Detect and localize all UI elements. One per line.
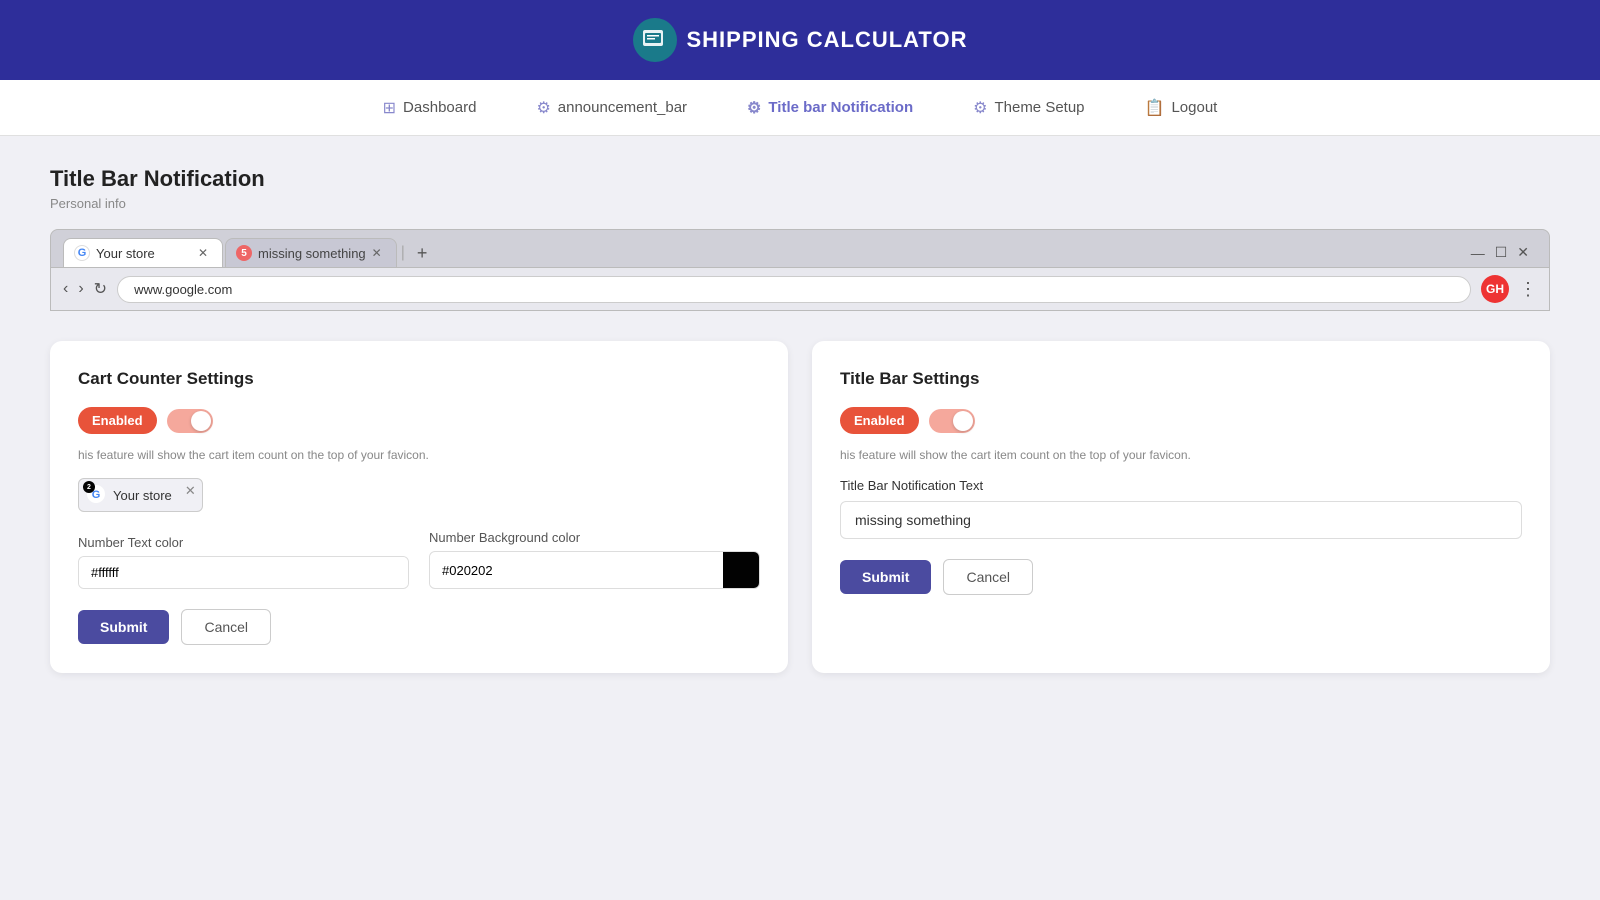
nav-label-logout: Logout (1171, 99, 1217, 116)
browser-tab-2[interactable]: 5 missing something ✕ (225, 238, 397, 267)
tab1-favicon: G (74, 245, 90, 261)
browser-tab1-label: Your store (96, 246, 155, 261)
logo-icon (633, 18, 677, 62)
cart-preview-box: G 2 Your store ✕ (78, 478, 203, 512)
cart-counter-toggle[interactable] (167, 409, 213, 433)
cart-counter-btn-row: Submit Cancel (78, 609, 760, 645)
title-bar-desc: his feature will show the cart item coun… (840, 448, 1522, 462)
nav-item-dashboard[interactable]: ⊞ Dashboard (383, 98, 477, 118)
cart-preview-tab-label: Your store (113, 488, 172, 503)
number-bg-color-group: Number Background color (429, 530, 760, 589)
nav-label-announcement-bar: announcement_bar (558, 99, 687, 116)
nav-item-announcement-bar[interactable]: ⚙ announcement_bar (536, 98, 687, 118)
color-fields-row: Number Text color Number Background colo… (78, 530, 760, 589)
browser-mockup: G Your store ✕ 5 missing something ✕ | +… (50, 229, 1550, 311)
page-subtitle: Personal info (50, 196, 1550, 211)
title-bar-toggle-row: Enabled (840, 407, 1522, 434)
cart-favicon-wrapper: G 2 (87, 485, 107, 505)
reload-button[interactable]: ↻ (94, 279, 107, 299)
browser-user-avatar[interactable]: GH (1481, 275, 1509, 303)
minimize-icon[interactable]: — (1471, 245, 1485, 261)
title-bar-panel: Title Bar Settings Enabled his feature w… (812, 341, 1550, 673)
page-title: Title Bar Notification (50, 166, 1550, 192)
logo-text: Shipping Calculator (687, 27, 968, 53)
cart-badge-number: 2 (83, 481, 95, 493)
theme-setup-icon: ⚙ (973, 98, 987, 118)
notif-text-label: Title Bar Notification Text (840, 478, 1522, 493)
title-bar-notification-icon: ⚙ (747, 98, 761, 118)
address-input[interactable] (117, 276, 1471, 303)
cart-counter-toggle-row: Enabled (78, 407, 760, 434)
number-bg-color-label: Number Background color (429, 530, 760, 545)
nav-item-title-bar-notification[interactable]: ⚙ Title bar Notification (747, 98, 913, 118)
number-text-color-input[interactable] (79, 557, 408, 588)
title-bar-submit-button[interactable]: Submit (840, 560, 931, 594)
browser-tab2-label: missing something (258, 246, 366, 261)
title-bar-panel-title: Title Bar Settings (840, 369, 1522, 389)
bg-color-swatch[interactable] (723, 552, 759, 588)
nav-label-theme-setup: Theme Setup (994, 99, 1084, 116)
title-bar-toggle-label: Enabled (840, 407, 919, 434)
number-text-color-label: Number Text color (78, 535, 409, 550)
tab-separator: | (401, 244, 405, 262)
notif-text-input[interactable] (840, 501, 1522, 539)
nav-label-dashboard: Dashboard (403, 99, 476, 116)
tab2-favicon: 5 (236, 245, 252, 261)
title-bar-cancel-button[interactable]: Cancel (943, 559, 1033, 595)
back-button[interactable]: ‹ (63, 280, 68, 298)
tab1-close-icon[interactable]: ✕ (198, 246, 208, 260)
number-text-color-input-wrap (78, 556, 409, 589)
maximize-icon[interactable]: ☐ (1495, 244, 1508, 261)
dashboard-icon: ⊞ (383, 98, 396, 118)
nav-item-theme-setup[interactable]: ⚙ Theme Setup (973, 98, 1084, 118)
announcement-bar-icon: ⚙ (536, 98, 550, 118)
forward-button[interactable]: › (78, 280, 83, 298)
browser-tabs-bar: G Your store ✕ 5 missing something ✕ | +… (51, 230, 1549, 267)
browser-address-bar: ‹ › ↻ GH ⋮ (51, 267, 1549, 310)
tab2-close-icon[interactable]: ✕ (372, 246, 382, 260)
browser-tab-1[interactable]: G Your store ✕ (63, 238, 223, 267)
number-bg-color-input[interactable] (430, 555, 723, 586)
title-bar-btn-row: Submit Cancel (840, 559, 1522, 595)
number-text-color-group: Number Text color (78, 535, 409, 589)
close-window-icon[interactable]: ✕ (1517, 244, 1529, 261)
main-content: Title Bar Notification Personal info G Y… (0, 136, 1600, 703)
browser-controls-right: — ☐ ✕ (1471, 244, 1537, 261)
number-bg-color-input-wrap (429, 551, 760, 589)
nav-item-logout[interactable]: 📋 Logout (1145, 98, 1218, 118)
cart-counter-desc: his feature will show the cart item coun… (78, 448, 760, 462)
logo-area: Shipping Calculator (633, 18, 968, 62)
nav-label-title-bar-notification: Title bar Notification (768, 99, 913, 116)
browser-more-icon[interactable]: ⋮ (1519, 279, 1537, 300)
nav-bar: ⊞ Dashboard ⚙ announcement_bar ⚙ Title b… (0, 80, 1600, 136)
top-header: Shipping Calculator (0, 0, 1600, 80)
cart-counter-cancel-button[interactable]: Cancel (181, 609, 271, 645)
cart-counter-panel: Cart Counter Settings Enabled his featur… (50, 341, 788, 673)
tab2-badge: 5 (241, 248, 247, 259)
cart-counter-toggle-label: Enabled (78, 407, 157, 434)
settings-panels: Cart Counter Settings Enabled his featur… (50, 341, 1550, 673)
cart-preview-close-icon[interactable]: ✕ (185, 483, 196, 499)
cart-counter-submit-button[interactable]: Submit (78, 610, 169, 644)
title-bar-toggle[interactable] (929, 409, 975, 433)
new-tab-button[interactable]: + (409, 244, 436, 262)
cart-counter-title: Cart Counter Settings (78, 369, 760, 389)
logout-icon: 📋 (1145, 98, 1165, 118)
